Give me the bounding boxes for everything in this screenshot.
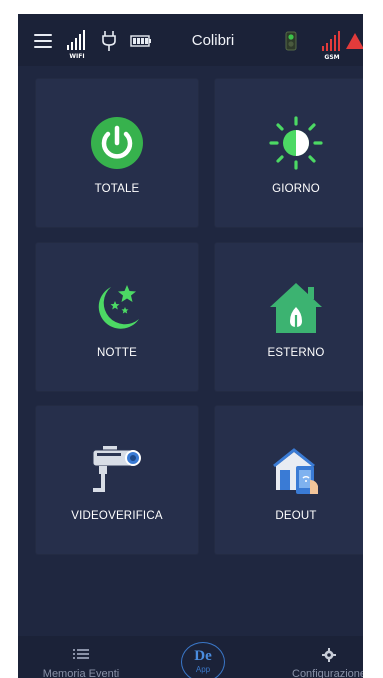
power-button-icon bbox=[87, 113, 147, 173]
tile-label-videoverifica: VIDEOVERIFICA bbox=[71, 510, 163, 522]
gear-icon bbox=[322, 648, 336, 665]
tile-esterno[interactable]: ESTERNO bbox=[215, 243, 363, 391]
tile-totale[interactable]: TOTALE bbox=[36, 79, 198, 227]
tile-label-esterno: ESTERNO bbox=[267, 347, 325, 359]
deapp-logo-button[interactable]: De App bbox=[181, 642, 225, 678]
battery-icon bbox=[130, 34, 152, 47]
header-bar: WIFI Colibri GSM bbox=[18, 14, 363, 66]
list-icon bbox=[73, 648, 89, 663]
wifi-label: WIFI bbox=[69, 53, 85, 60]
nav-memoria-eventi-label: Memoria Eventi bbox=[42, 668, 120, 678]
alarm-triangle-icon[interactable] bbox=[345, 32, 363, 52]
gsm-label: GSM bbox=[324, 54, 340, 61]
app-screen: WIFI Colibri GSM TOTALE GIORNO NOTTE EST… bbox=[18, 14, 363, 678]
house-icon bbox=[266, 277, 326, 337]
tile-label-giorno: GIORNO bbox=[272, 183, 320, 195]
power-plug-icon bbox=[100, 30, 118, 52]
tile-giorno[interactable]: GIORNO bbox=[215, 79, 363, 227]
logo-subtext: App bbox=[195, 665, 211, 674]
moon-stars-icon bbox=[87, 277, 147, 337]
bottom-nav: Memoria Eventi De App Configurazione bbox=[18, 636, 363, 678]
logo-text: De bbox=[194, 648, 212, 664]
green-led-icon bbox=[285, 31, 297, 51]
tile-deout[interactable]: DEOUT bbox=[215, 406, 363, 554]
nav-configurazione-label: Configurazione bbox=[292, 668, 363, 678]
tile-label-notte: NOTTE bbox=[97, 347, 137, 359]
smart-home-phone-icon bbox=[266, 440, 326, 500]
tile-label-totale: TOTALE bbox=[94, 183, 140, 195]
tile-notte[interactable]: NOTTE bbox=[36, 243, 198, 391]
security-camera-icon bbox=[87, 440, 147, 500]
sun-icon bbox=[266, 113, 326, 173]
app-title: Colibri bbox=[191, 32, 235, 49]
menu-icon[interactable] bbox=[34, 34, 52, 48]
wifi-signal-icon: WIFI bbox=[66, 28, 88, 60]
tile-label-deout: DEOUT bbox=[275, 510, 317, 522]
gsm-signal-icon: GSM bbox=[320, 29, 344, 61]
tile-videoverifica[interactable]: VIDEOVERIFICA bbox=[36, 406, 198, 554]
